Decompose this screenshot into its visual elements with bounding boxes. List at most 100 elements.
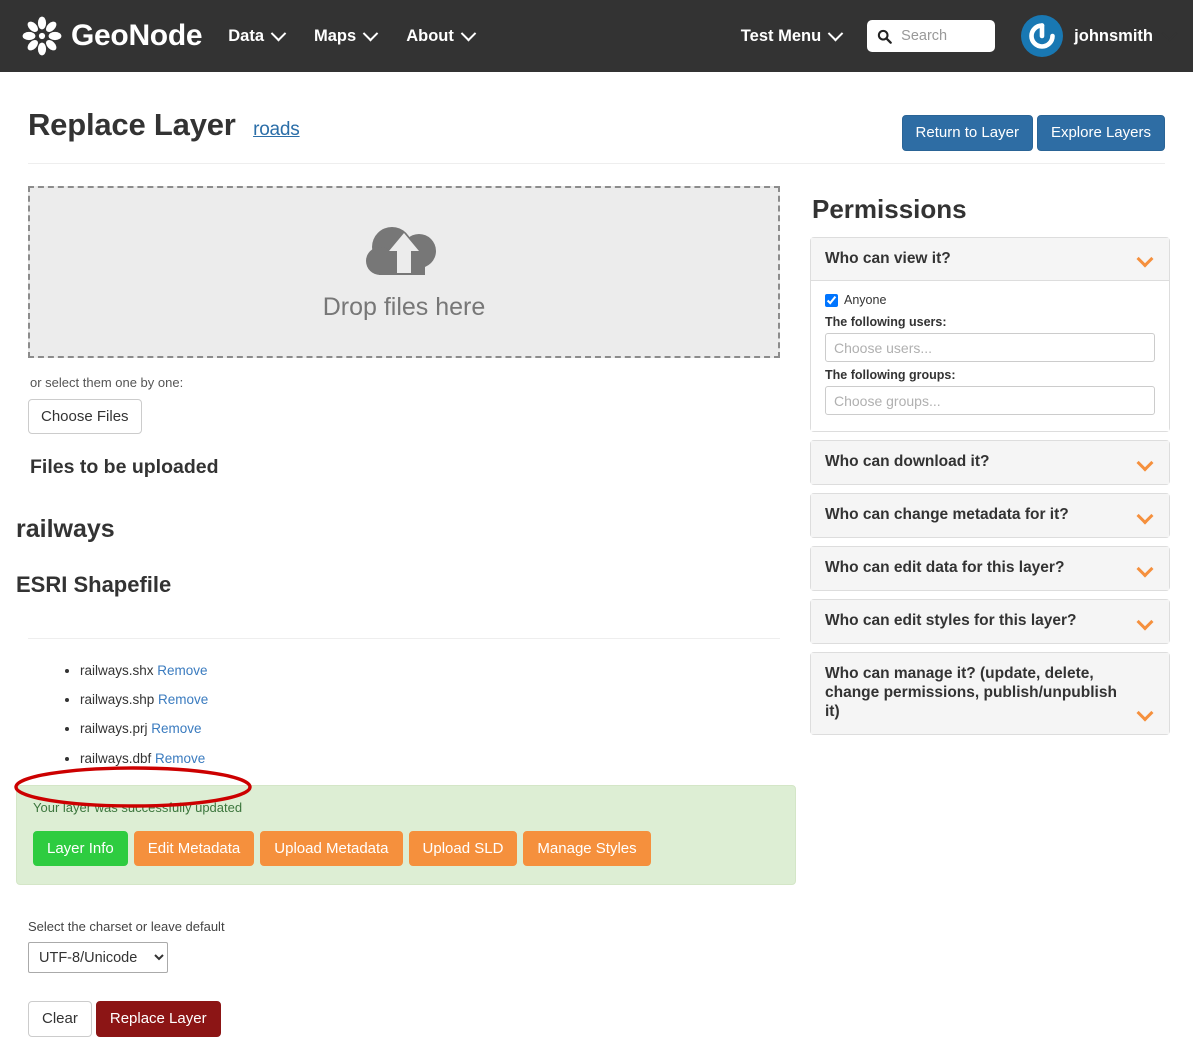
explore-layers-button[interactable]: Explore Layers [1036,115,1165,151]
chevron-down-icon [1136,250,1154,268]
permission-panel-metadata: Who can change metadata for it? [810,493,1170,539]
brand-home-link[interactable]: GeoNode [22,16,203,56]
permission-panel-edit-styles: Who can edit styles for this layer? [810,599,1170,645]
chevron-down-icon [460,25,477,41]
remove-file-link[interactable]: Remove [158,692,208,707]
anyone-checkbox[interactable] [825,293,838,307]
permission-panel-view: Who can view it? Anyone The following us… [810,236,1170,433]
permission-panel-download-title: Who can download it? [825,453,990,471]
permission-panel-edit-styles-title: Who can edit styles for this layer? [825,612,1077,630]
upload-column: Drop files here or select them one by on… [16,185,796,1037]
permission-panel-edit-data-header[interactable]: Who can edit data for this layer? [811,547,1169,591]
primary-nav: Data Maps About [228,25,477,46]
chevron-down-icon [270,25,287,41]
nav-item-test-menu[interactable]: Test Menu [740,25,844,46]
permission-panel-view-header[interactable]: Who can view it? [811,237,1169,282]
replace-layer-button[interactable]: Replace Layer [95,1001,221,1037]
charset-label: Select the charset or leave default [28,919,225,935]
list-item: railways.dbf Remove [80,751,780,767]
geonode-logo-icon [22,16,62,56]
choose-groups-input[interactable] [825,386,1155,416]
chevron-down-icon [1136,507,1154,525]
chevron-down-icon [1161,25,1178,41]
edit-metadata-button[interactable]: Edit Metadata [133,830,255,867]
nav-item-about[interactable]: About [406,25,477,46]
cloud-upload-icon [359,221,449,287]
form-footer-buttons: Clear Replace Layer [28,1001,780,1037]
permission-panel-edit-styles-header[interactable]: Who can edit styles for this layer? [811,600,1169,644]
return-to-layer-button[interactable]: Return to Layer [901,115,1033,151]
top-navbar: GeoNode Data Maps About Test Menu Search… [0,0,1193,72]
nav-item-about-label: About [406,26,454,45]
avatar [1021,15,1064,57]
file-group-name: railways [16,515,115,543]
main-columns: Drop files here or select them one by on… [16,185,1170,1037]
file-name: railways.shp [80,692,155,708]
success-alert-message: Your layer was successfully updated [33,799,243,815]
permissions-heading: Permissions [812,193,967,224]
chevron-down-icon [1136,454,1154,472]
chevron-down-icon [1136,560,1154,578]
search-icon [877,29,892,44]
remove-file-link[interactable]: Remove [157,663,207,678]
brand-title: GeoNode [71,19,203,52]
choose-users-input[interactable] [825,333,1155,363]
upload-sld-button[interactable]: Upload SLD [408,830,518,867]
user-menu[interactable]: johnsmith [1021,15,1178,57]
remove-file-link[interactable]: Remove [151,721,201,736]
page-title-text: Replace Layer [28,107,236,142]
anyone-label: Anyone [844,293,887,308]
file-name: railways.shx [80,663,154,678]
alert-action-buttons: Layer Info Edit Metadata Upload Metadata… [33,830,779,867]
permission-panel-edit-data: Who can edit data for this layer? [810,546,1170,592]
choose-files-hint: or select them one by one: [30,374,184,390]
file-name: railways.prj [80,721,148,737]
search-box[interactable] [867,20,996,52]
permission-panel-metadata-title: Who can change metadata for it? [825,506,1069,524]
chevron-down-icon [1136,613,1154,631]
nav-item-data[interactable]: Data [228,25,287,46]
anyone-checkbox-row[interactable]: Anyone [825,293,1155,307]
permission-panel-view-title: Who can view it? [825,249,951,267]
file-name: railways.dbf [80,750,152,766]
permission-panel-download-header[interactable]: Who can download it? [811,441,1169,485]
upload-metadata-button[interactable]: Upload Metadata [260,830,403,867]
nav-item-maps[interactable]: Maps [314,25,379,46]
list-item: railways.shp Remove [80,692,780,708]
page-content: Replace Layer roads Return to Layer Expl… [0,72,1193,1037]
chevron-down-icon [1136,704,1154,722]
charset-select[interactable]: UTF-8/Unicode [28,942,168,974]
layer-info-button[interactable]: Layer Info [33,830,128,867]
files-to-upload-heading: Files to be uploaded [30,456,219,478]
divider [28,638,780,639]
permission-panel-edit-data-title: Who can edit data for this layer? [825,559,1065,577]
search-input[interactable] [901,28,986,44]
page-header: Replace Layer roads Return to Layer Expl… [28,72,1165,164]
chevron-down-icon [362,25,379,41]
permission-panel-metadata-header[interactable]: Who can change metadata for it? [811,494,1169,538]
permissions-column: Permissions Who can view it? Anyone The … [810,186,1170,743]
nav-item-data-label: Data [228,26,265,45]
choose-files-button[interactable]: Choose Files [28,398,142,434]
nav-item-maps-label: Maps [314,26,357,45]
list-item: railways.shx Remove [80,663,780,679]
clear-button[interactable]: Clear [28,1001,92,1037]
permission-panel-view-body: Anyone The following users: The followin… [811,281,1169,432]
file-dropzone[interactable]: Drop files here [28,185,780,358]
chevron-down-icon [827,25,844,41]
username-label: johnsmith [1074,26,1153,45]
permission-panel-manage-header[interactable]: Who can manage it? (update, delete, chan… [811,653,1169,734]
manage-styles-button[interactable]: Manage Styles [523,830,651,867]
navbar-right-section: Test Menu johnsmith [740,15,1178,57]
uploaded-file-list: railways.shx Remove railways.shp Remove … [28,663,780,767]
layer-name-link[interactable]: roads [253,119,300,140]
permission-panel-manage: Who can manage it? (update, delete, chan… [810,652,1170,735]
success-alert: Your layer was successfully updated Laye… [16,784,796,886]
file-type-label: ESRI Shapefile [16,572,172,597]
following-users-label: The following users: [825,315,947,330]
page-title: Replace Layer roads [28,107,300,142]
remove-file-link[interactable]: Remove [155,751,205,766]
permission-panel-download: Who can download it? [810,440,1170,486]
nav-item-test-menu-label: Test Menu [740,26,822,45]
following-groups-label: The following groups: [825,368,956,383]
